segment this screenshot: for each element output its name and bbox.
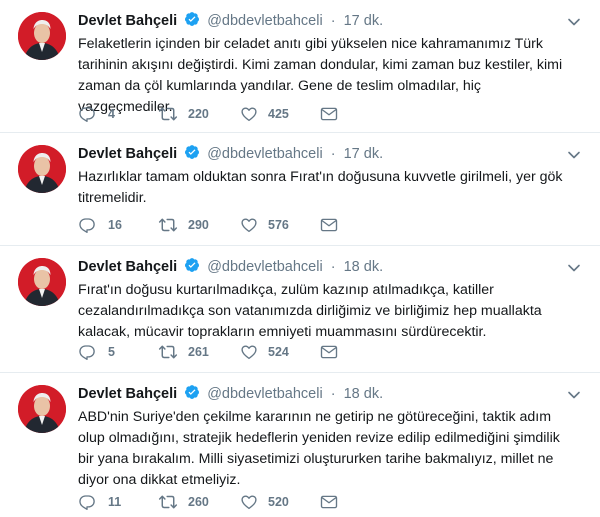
speech-bubble-icon bbox=[79, 495, 95, 511]
retweet-button[interactable]: 220 bbox=[158, 103, 240, 125]
like-button[interactable]: 520 bbox=[240, 491, 320, 513]
tweet-header: Devlet Bahçeli @dbdevletbahceli · 17 dk. bbox=[78, 11, 383, 31]
like-count: 425 bbox=[268, 107, 289, 121]
heart-icon bbox=[241, 218, 257, 233]
tweet-timestamp[interactable]: 17 dk. bbox=[344, 146, 384, 162]
reply-button[interactable]: 4 bbox=[78, 103, 158, 125]
tweet-timestamp[interactable]: 18 dk. bbox=[344, 386, 384, 402]
heart-icon bbox=[241, 107, 257, 122]
like-button[interactable]: 425 bbox=[240, 103, 320, 125]
author-name[interactable]: Devlet Bahçeli bbox=[78, 146, 177, 162]
tweet-actions: 11 260 520 bbox=[78, 491, 348, 513]
reply-count: 16 bbox=[108, 218, 122, 232]
tweet-actions: 4 220 425 bbox=[78, 103, 348, 125]
verified-badge-icon bbox=[185, 12, 200, 26]
direct-message-button[interactable] bbox=[320, 214, 348, 236]
tweet[interactable]: Devlet Bahçeli @dbdevletbahceli · 18 dk.… bbox=[0, 373, 600, 517]
reply-count: 5 bbox=[108, 345, 115, 359]
tweet-text: Hazırlıklar tamam olduktan sonra Fırat'ı… bbox=[78, 169, 563, 206]
separator-dot: · bbox=[330, 146, 336, 162]
chevron-down-icon[interactable] bbox=[566, 14, 582, 30]
avatar[interactable] bbox=[18, 258, 66, 306]
retweet-icon bbox=[158, 107, 178, 121]
author-handle[interactable]: @dbdevletbahceli bbox=[207, 386, 323, 402]
separator-dot: · bbox=[330, 13, 336, 29]
direct-message-button[interactable] bbox=[320, 103, 348, 125]
author-handle[interactable]: @dbdevletbahceli bbox=[207, 13, 323, 29]
tweet-timestamp[interactable]: 17 dk. bbox=[344, 13, 384, 29]
author-name[interactable]: Devlet Bahçeli bbox=[78, 259, 177, 275]
envelope-icon bbox=[320, 218, 338, 232]
author-handle[interactable]: @dbdevletbahceli bbox=[207, 259, 323, 275]
like-count: 520 bbox=[268, 495, 289, 509]
like-button[interactable]: 524 bbox=[240, 341, 320, 363]
author-name[interactable]: Devlet Bahçeli bbox=[78, 386, 177, 402]
avatar[interactable] bbox=[18, 145, 66, 193]
tweet-text: Fırat'ın doğusu kurtarılmadıkça, zulüm k… bbox=[78, 282, 542, 340]
like-count: 576 bbox=[268, 218, 289, 232]
avatar[interactable] bbox=[18, 12, 66, 60]
tweet-timeline: Devlet Bahçeli @dbdevletbahceli · 17 dk.… bbox=[0, 0, 600, 517]
reply-button[interactable]: 11 bbox=[78, 491, 158, 513]
chevron-down-icon[interactable] bbox=[566, 387, 582, 403]
reply-count: 4 bbox=[108, 107, 115, 121]
envelope-icon bbox=[320, 495, 338, 509]
retweet-count: 290 bbox=[188, 218, 209, 232]
chevron-down-icon[interactable] bbox=[566, 147, 582, 163]
reply-button[interactable]: 16 bbox=[78, 214, 158, 236]
retweet-icon bbox=[158, 495, 178, 509]
tweet-actions: 16 290 576 bbox=[78, 214, 348, 236]
tweet-text: ABD'nin Suriye'den çekilme kararının ne … bbox=[78, 409, 560, 488]
direct-message-button[interactable] bbox=[320, 491, 348, 513]
tweet[interactable]: Devlet Bahçeli @dbdevletbahceli · 17 dk.… bbox=[0, 0, 600, 133]
retweet-count: 220 bbox=[188, 107, 209, 121]
author-name[interactable]: Devlet Bahçeli bbox=[78, 13, 177, 29]
envelope-icon bbox=[320, 107, 338, 121]
heart-icon bbox=[241, 495, 257, 510]
avatar-portrait-icon bbox=[18, 12, 66, 60]
reply-count: 11 bbox=[108, 495, 122, 509]
verified-badge-icon bbox=[185, 258, 200, 272]
tweet-header: Devlet Bahçeli @dbdevletbahceli · 18 dk. bbox=[78, 384, 383, 404]
reply-button[interactable]: 5 bbox=[78, 341, 158, 363]
heart-icon bbox=[241, 345, 257, 360]
like-count: 524 bbox=[268, 345, 289, 359]
verified-badge-icon bbox=[185, 385, 200, 399]
tweet-timestamp[interactable]: 18 dk. bbox=[344, 259, 384, 275]
author-handle[interactable]: @dbdevletbahceli bbox=[207, 146, 323, 162]
avatar[interactable] bbox=[18, 385, 66, 433]
direct-message-button[interactable] bbox=[320, 341, 348, 363]
speech-bubble-icon bbox=[79, 345, 95, 361]
speech-bubble-icon bbox=[79, 107, 95, 123]
retweet-button[interactable]: 260 bbox=[158, 491, 240, 513]
separator-dot: · bbox=[330, 259, 336, 275]
retweet-count: 261 bbox=[188, 345, 209, 359]
tweet-header: Devlet Bahçeli @dbdevletbahceli · 17 dk. bbox=[78, 144, 383, 164]
retweet-button[interactable]: 290 bbox=[158, 214, 240, 236]
retweet-icon bbox=[158, 218, 178, 232]
avatar-portrait-icon bbox=[18, 385, 66, 433]
retweet-count: 260 bbox=[188, 495, 209, 509]
envelope-icon bbox=[320, 345, 338, 359]
chevron-down-icon[interactable] bbox=[566, 260, 582, 276]
avatar-portrait-icon bbox=[18, 145, 66, 193]
tweet-actions: 5 261 524 bbox=[78, 341, 348, 363]
tweet-header: Devlet Bahçeli @dbdevletbahceli · 18 dk. bbox=[78, 257, 383, 277]
tweet[interactable]: Devlet Bahçeli @dbdevletbahceli · 18 dk.… bbox=[0, 246, 600, 373]
like-button[interactable]: 576 bbox=[240, 214, 320, 236]
avatar-portrait-icon bbox=[18, 258, 66, 306]
speech-bubble-icon bbox=[79, 218, 95, 234]
tweet[interactable]: Devlet Bahçeli @dbdevletbahceli · 17 dk.… bbox=[0, 133, 600, 246]
verified-badge-icon bbox=[185, 145, 200, 159]
separator-dot: · bbox=[330, 386, 336, 402]
retweet-icon bbox=[158, 345, 178, 359]
retweet-button[interactable]: 261 bbox=[158, 341, 240, 363]
